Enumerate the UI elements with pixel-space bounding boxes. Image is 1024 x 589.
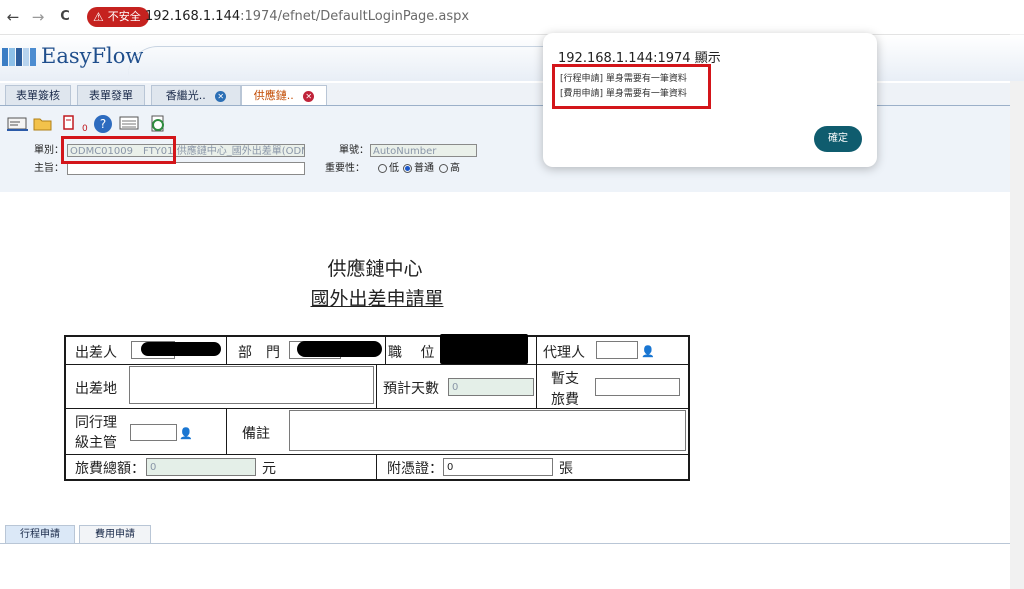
redaction xyxy=(141,342,221,356)
address-bar[interactable]: 192.168.1.144:1974/efnet/DefaultLoginPag… xyxy=(145,8,469,26)
attachment-count: 0 xyxy=(82,124,88,134)
department-label: 部 門 xyxy=(238,345,280,361)
total-label: 旅費總額： xyxy=(75,461,145,477)
list-view-icon[interactable] xyxy=(117,114,141,134)
close-icon[interactable]: ✕ xyxy=(215,90,227,102)
advance-field[interactable] xyxy=(595,378,680,396)
logo-bar xyxy=(16,48,22,66)
redaction xyxy=(440,334,528,364)
back-icon[interactable]: ← xyxy=(3,7,23,27)
est-days-field[interactable]: 0 xyxy=(448,378,534,396)
person-picker-icon[interactable]: 👤 xyxy=(641,345,655,358)
advance-label-line2: 旅費 xyxy=(551,392,579,408)
app-logo-text: EasyFlow xyxy=(41,44,144,68)
form-title: 供應鏈中心 xyxy=(327,258,423,280)
open-folder-icon[interactable] xyxy=(31,114,55,134)
url-host: 192.168.1.144 xyxy=(145,9,241,24)
tab-itinerary[interactable]: 行程申請 xyxy=(5,525,75,543)
agent-field[interactable] xyxy=(596,341,638,359)
priority-high-radio[interactable] xyxy=(439,164,448,173)
tab-issue-form[interactable]: 表單發單 xyxy=(77,85,145,105)
subject-label: 主旨： xyxy=(34,163,64,174)
not-secure-label: 不安全 xyxy=(107,10,141,23)
attachment-icon[interactable] xyxy=(57,114,81,134)
warning-icon: ⚠ xyxy=(93,10,104,24)
priority-normal-radio[interactable] xyxy=(403,164,412,173)
priority-label: 重要性： xyxy=(325,163,365,174)
refresh-document-icon[interactable] xyxy=(146,114,170,134)
form-number-field[interactable]: AutoNumber xyxy=(370,144,477,157)
voucher-field[interactable]: 0 xyxy=(443,458,553,476)
highlight-box xyxy=(61,136,176,164)
tab-document-1[interactable]: 香繼光.. ✕ xyxy=(151,85,241,105)
voucher-label: 附憑證： xyxy=(387,461,443,477)
traveler-label: 出差人 xyxy=(75,345,117,361)
tab-label: 表單發單 xyxy=(89,89,133,102)
person-picker-icon[interactable]: 👤 xyxy=(179,427,193,440)
tab-label: 表單簽核 xyxy=(16,89,60,102)
total-unit: 元 xyxy=(262,461,276,477)
not-secure-badge[interactable]: ⚠ 不安全 xyxy=(87,7,149,27)
tab-label: 供應鏈.. xyxy=(253,89,294,102)
svg-text:?: ? xyxy=(100,117,106,131)
ok-button[interactable]: 確定 xyxy=(814,126,862,152)
bottom-tabs-divider xyxy=(0,543,1010,544)
logo-bar xyxy=(2,48,8,66)
agent-label: 代理人 xyxy=(543,345,585,361)
manager-label-line2: 級主管 xyxy=(75,435,117,451)
reload-icon[interactable]: C xyxy=(55,7,75,27)
tab-sign-off[interactable]: 表單簽核 xyxy=(5,85,71,105)
form-number-label: 單號： xyxy=(339,145,369,156)
tab-document-2[interactable]: 供應鏈.. ✕ xyxy=(241,85,327,105)
total-field[interactable]: 0 xyxy=(146,458,256,476)
remark-label: 備註 xyxy=(242,426,270,442)
form-subtitle: 國外出差申請單 xyxy=(310,288,444,310)
priority-normal-label: 普通 xyxy=(414,163,434,174)
destination-label: 出差地 xyxy=(75,381,117,397)
send-icon[interactable] xyxy=(6,114,30,134)
redaction xyxy=(297,341,382,357)
help-icon[interactable]: ? xyxy=(91,114,115,134)
logo-bar xyxy=(30,48,36,66)
priority-high-label: 高 xyxy=(450,163,460,174)
priority-low-radio[interactable] xyxy=(378,164,387,173)
remark-field[interactable] xyxy=(289,410,686,451)
close-icon[interactable]: ✕ xyxy=(303,90,315,102)
tab-expense[interactable]: 費用申請 xyxy=(79,525,151,543)
logo-bar xyxy=(9,48,15,66)
manager-label-line1: 同行理 xyxy=(75,415,117,431)
highlight-box xyxy=(552,64,711,109)
page-scrollbar[interactable] xyxy=(1010,34,1024,589)
est-days-label: 預計天數 xyxy=(383,381,439,397)
destination-field[interactable] xyxy=(129,366,374,404)
tab-label: 香繼光.. xyxy=(165,89,206,102)
header-decoration xyxy=(128,46,568,81)
priority-low-label: 低 xyxy=(389,163,399,174)
forward-icon[interactable]: → xyxy=(28,7,48,27)
voucher-unit: 張 xyxy=(559,461,573,477)
position-label: 職 位 xyxy=(388,345,435,361)
advance-label-line1: 暫支 xyxy=(551,371,579,387)
form-type-label: 單別： xyxy=(34,145,64,156)
url-path: :1974/efnet/DefaultLoginPage.aspx xyxy=(240,9,470,24)
logo-bar xyxy=(23,48,29,66)
manager-field[interactable] xyxy=(130,424,177,441)
